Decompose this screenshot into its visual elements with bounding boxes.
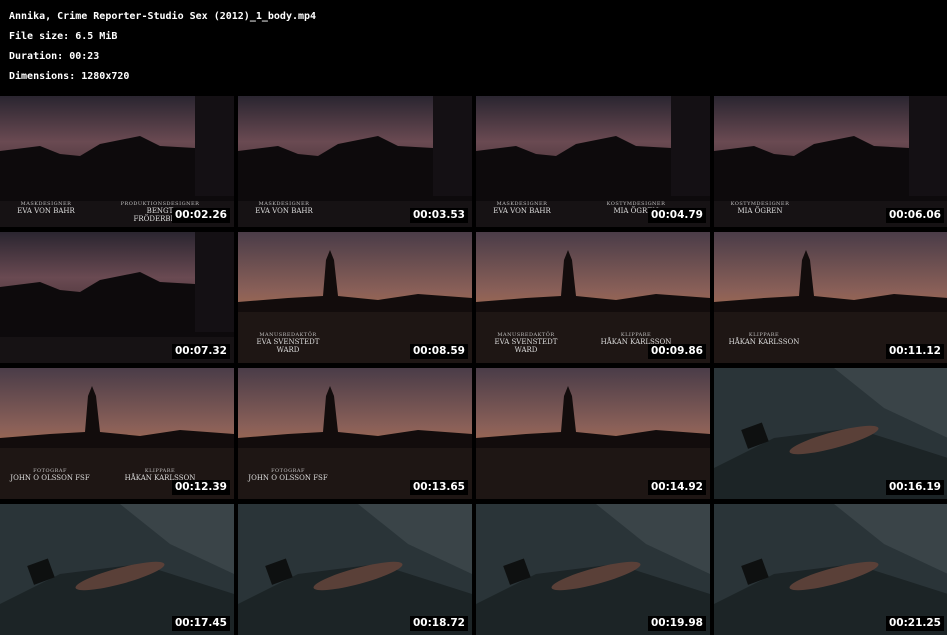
video-thumbnail: MASKDESIGNER EVA VON BAHR 00:03.53 bbox=[238, 96, 472, 227]
credit-name: JOHN O OLSSON FSF bbox=[10, 474, 90, 482]
credit-name: EVA SVENSTEDT WARD bbox=[494, 338, 558, 354]
credit-name: EVA VON BAHR bbox=[255, 207, 313, 215]
timestamp-label: 00:09.86 bbox=[647, 344, 706, 359]
timestamp-label: 00:02.26 bbox=[171, 208, 230, 223]
credit-role: MANUSREDAKTÖR bbox=[497, 332, 555, 338]
video-thumbnail: 00:16.19 bbox=[714, 368, 947, 499]
credit-name: EVA VON BAHR bbox=[17, 207, 75, 215]
credit-role: FOTOGRAF bbox=[271, 468, 305, 474]
file-title: Annika, Crime Reporter-Studio Sex (2012)… bbox=[9, 11, 317, 22]
credit-role: PRODUKTIONSDESIGNER bbox=[120, 201, 200, 207]
timestamp-label: 00:12.39 bbox=[171, 480, 230, 495]
credit-role: MANUSREDAKTÖR bbox=[259, 332, 317, 338]
file-info-header: Annika, Crime Reporter-Studio Sex (2012)… bbox=[9, 9, 316, 89]
timestamp-label: 00:04.79 bbox=[647, 208, 706, 223]
file-duration: Duration: 00:23 bbox=[9, 51, 100, 62]
credit-role: MASKDESIGNER bbox=[20, 201, 72, 207]
video-thumbnail: 00:21.25 bbox=[714, 504, 947, 635]
credit-name: HÅKAN KARLSSON bbox=[728, 338, 800, 346]
credit-role: KLIPPARE bbox=[144, 468, 176, 474]
video-thumbnail: MANUSREDAKTÖR EVA SVENSTEDT WARD 00:08.59 bbox=[238, 232, 472, 363]
credit-text: MASKDESIGNER EVA VON BAHR bbox=[6, 201, 86, 215]
credit-text: FOTOGRAF JOHN O OLSSON FSF bbox=[10, 468, 90, 482]
video-thumbnail: MASKDESIGNER EVA VON BAHR KOSTYMDESIGNER MI… bbox=[476, 96, 710, 227]
credit-text: KOSTYMDESIGNER MIA ÖGREN bbox=[720, 201, 800, 215]
timestamp-label: 00:18.72 bbox=[409, 616, 468, 631]
video-thumbnail: FOTOGRAF JOHN O OLSSON FSF 00:13.65 bbox=[238, 368, 472, 499]
credit-role: KLIPPARE bbox=[620, 332, 652, 338]
timestamp-label: 00:16.19 bbox=[885, 480, 944, 495]
credit-text: MASKDESIGNER EVA VON BAHR bbox=[244, 201, 324, 215]
timestamp-label: 00:07.32 bbox=[171, 344, 230, 359]
video-thumbnail: MASKDESIGNER EVA VON BAHR PRODUKTIONSDESIG… bbox=[0, 96, 234, 227]
timestamp-label: 00:17.45 bbox=[171, 616, 230, 631]
video-thumbnail: KOSTYMDESIGNER MIA ÖGREN 00:06.06 bbox=[714, 96, 947, 227]
video-thumbnail: 00:17.45 bbox=[0, 504, 234, 635]
credit-role: FOTOGRAF bbox=[33, 468, 67, 474]
credit-name: JOHN O OLSSON FSF bbox=[248, 474, 328, 482]
video-thumbnail: 00:19.98 bbox=[476, 504, 710, 635]
credit-role: MASKDESIGNER bbox=[258, 201, 310, 207]
credit-role: KOSTYMDESIGNER bbox=[606, 201, 666, 207]
credit-name: EVA SVENSTEDT WARD bbox=[256, 338, 320, 354]
credit-name: MIA ÖGREN bbox=[737, 207, 783, 215]
credit-role: KLIPPARE bbox=[748, 332, 780, 338]
credit-role: KOSTYMDESIGNER bbox=[730, 201, 790, 207]
timestamp-label: 00:21.25 bbox=[885, 616, 944, 631]
video-thumbnail: FOTOGRAF JOHN O OLSSON FSF KLIPPARE HÅKAN K… bbox=[0, 368, 234, 499]
timestamp-label: 00:14.92 bbox=[647, 480, 706, 495]
video-thumbnail: KLIPPARE HÅKAN KARLSSON 00:11.12 bbox=[714, 232, 947, 363]
timestamp-label: 00:13.65 bbox=[409, 480, 468, 495]
timestamp-label: 00:06.06 bbox=[885, 208, 944, 223]
file-dimensions: Dimensions: 1280x720 bbox=[9, 71, 130, 82]
credit-text: FOTOGRAF JOHN O OLSSON FSF bbox=[248, 468, 328, 482]
video-thumbnail: 00:07.32 bbox=[0, 232, 234, 363]
file-size: File size: 6.5 MiB bbox=[9, 31, 118, 42]
timestamp-label: 00:08.59 bbox=[409, 344, 468, 359]
video-thumbnail: 00:14.92 bbox=[476, 368, 710, 499]
credit-name: EVA VON BAHR bbox=[493, 207, 551, 215]
credit-text: MANUSREDAKTÖR EVA SVENSTEDT WARD bbox=[486, 332, 566, 354]
timestamp-label: 00:19.98 bbox=[647, 616, 706, 631]
credit-text: MANUSREDAKTÖR EVA SVENSTEDT WARD bbox=[248, 332, 328, 354]
timestamp-label: 00:03.53 bbox=[409, 208, 468, 223]
timestamp-label: 00:11.12 bbox=[885, 344, 944, 359]
credit-text: KLIPPARE HÅKAN KARLSSON bbox=[724, 332, 804, 346]
video-thumbnail: 00:18.72 bbox=[238, 504, 472, 635]
credit-role: MASKDESIGNER bbox=[496, 201, 548, 207]
credit-text: MASKDESIGNER EVA VON BAHR bbox=[482, 201, 562, 215]
video-thumbnail: MANUSREDAKTÖR EVA SVENSTEDT WARD KLIPPARE H… bbox=[476, 232, 710, 363]
